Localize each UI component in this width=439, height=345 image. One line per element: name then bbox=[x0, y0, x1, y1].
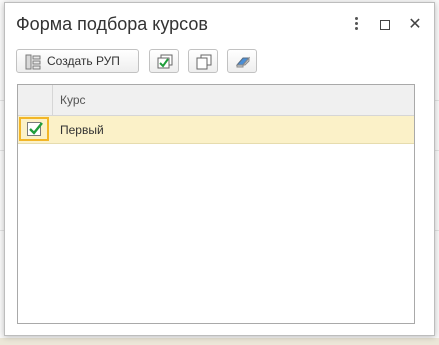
course-selection-dialog: Форма подбора курсов ✕ Создать РУП Курс … bbox=[4, 2, 435, 336]
background-footer-strip bbox=[0, 338, 439, 345]
create-rup-button[interactable]: Создать РУП bbox=[16, 49, 139, 73]
eraser-icon bbox=[235, 56, 251, 68]
table-header: Курс bbox=[18, 85, 414, 116]
structure-icon bbox=[25, 54, 41, 70]
check-all-button[interactable] bbox=[149, 49, 179, 73]
close-icon[interactable]: ✕ bbox=[406, 15, 424, 35]
more-vertical-icon[interactable] bbox=[347, 15, 365, 35]
table-row[interactable]: Первый bbox=[18, 116, 414, 144]
header-course[interactable]: Курс bbox=[60, 93, 86, 107]
copy-button[interactable] bbox=[188, 49, 218, 73]
maximize-icon[interactable] bbox=[376, 15, 394, 35]
create-rup-label: Создать РУП bbox=[47, 54, 120, 68]
check-all-icon bbox=[157, 54, 173, 69]
dialog-title: Форма подбора курсов bbox=[16, 14, 208, 34]
courses-table: Курс Первый bbox=[17, 84, 415, 324]
row-checkbox-cell[interactable] bbox=[19, 117, 49, 141]
row-course-cell: Первый bbox=[60, 123, 104, 137]
copy-icon bbox=[196, 54, 212, 70]
checkmark-icon bbox=[29, 122, 43, 135]
uncheck-all-button[interactable] bbox=[227, 49, 257, 73]
row-checkbox[interactable] bbox=[27, 122, 43, 136]
header-check-column bbox=[18, 85, 53, 115]
